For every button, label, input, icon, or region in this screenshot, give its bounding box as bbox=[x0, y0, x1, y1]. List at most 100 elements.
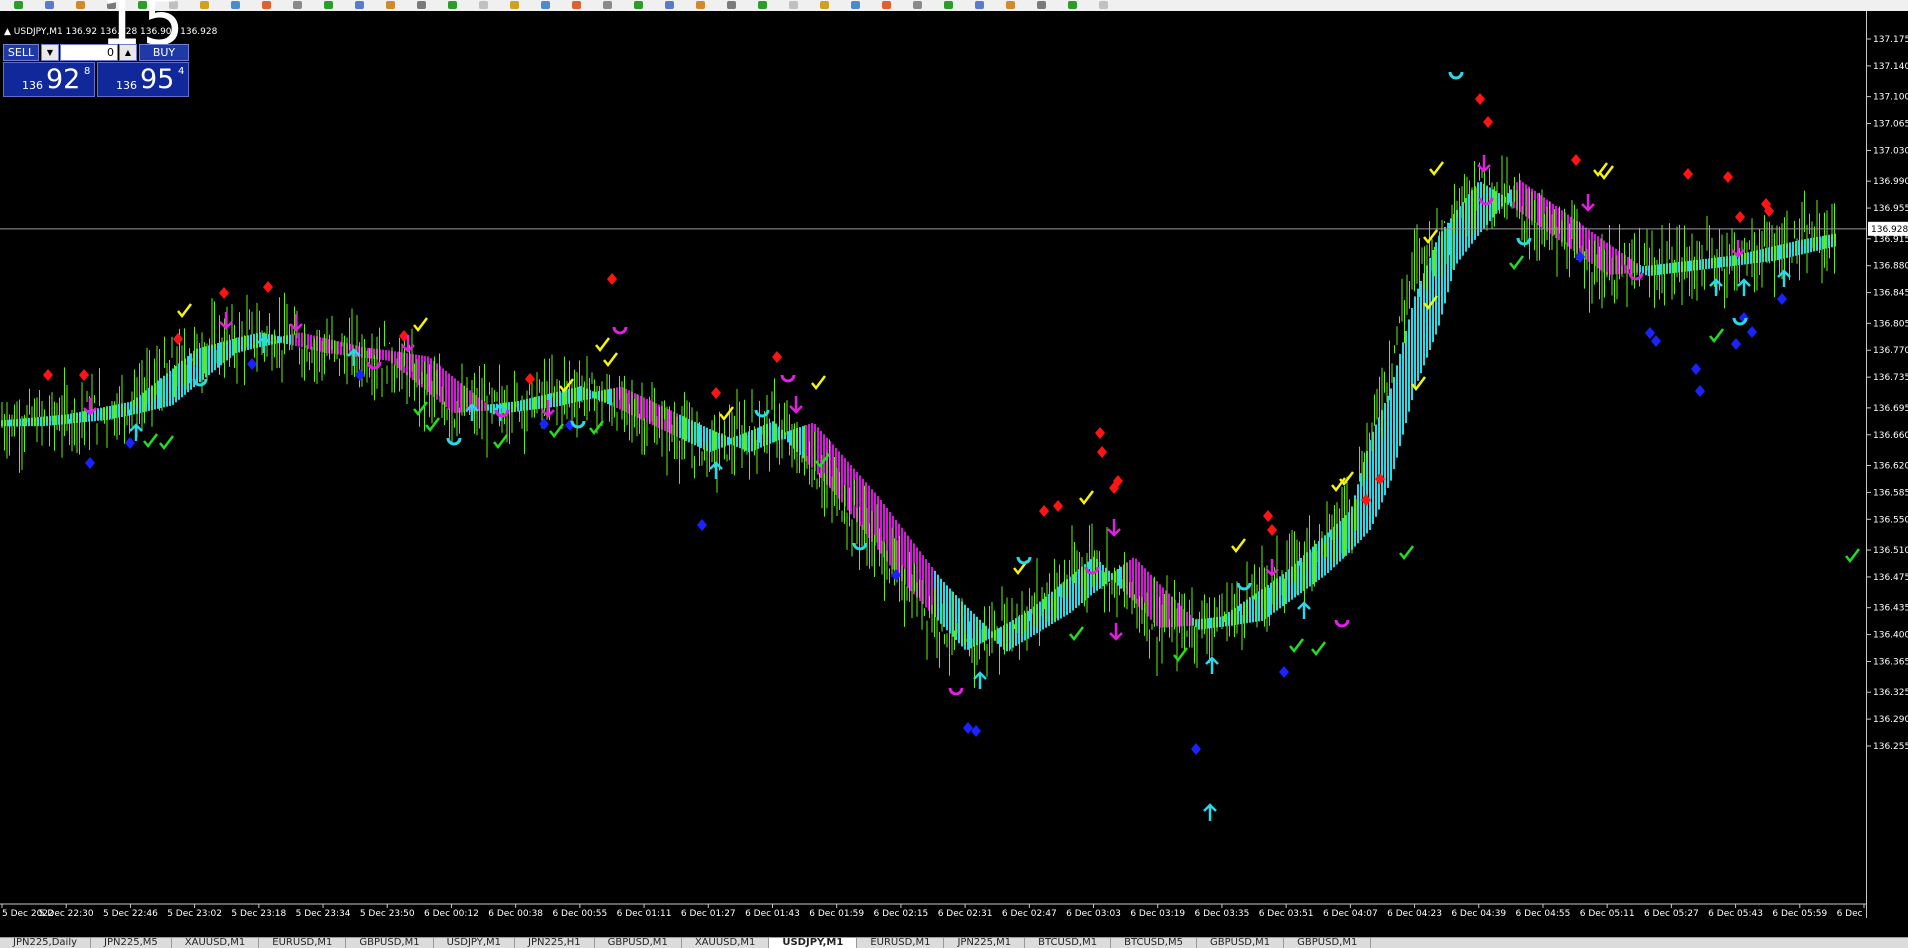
time-tick-label: 6 Dec 03:19 bbox=[1130, 909, 1185, 918]
time-tick-label: 5 Dec 23:18 bbox=[231, 909, 286, 918]
buy-signal-diamond-icon bbox=[125, 437, 135, 449]
toolbar-button-icon[interactable] bbox=[696, 1, 705, 9]
check-signal-icon bbox=[1173, 647, 1188, 663]
toolbar-button-icon[interactable] bbox=[510, 1, 519, 9]
toolbar-button-icon[interactable] bbox=[386, 1, 395, 9]
price-tick-label: 136.585 bbox=[1873, 488, 1908, 498]
check-signal-icon bbox=[177, 303, 192, 319]
price-tick-label: 136.325 bbox=[1873, 688, 1908, 698]
arrow-up-signal-icon bbox=[1203, 803, 1217, 821]
sell-signal-diamond-icon bbox=[43, 369, 53, 381]
toolbar-button-icon[interactable] bbox=[1068, 1, 1077, 9]
price-chart-plot[interactable]: 5 Dec 20225 Dec 22:30 5 Dec 22:46 5 Dec 23… bbox=[0, 11, 1866, 918]
time-tick-label: 6 Dec 00:55 bbox=[552, 909, 607, 918]
ring-signal-icon bbox=[570, 420, 586, 429]
toolbar-button-icon[interactable] bbox=[634, 1, 643, 9]
buy-price-prefix: 136 bbox=[116, 79, 137, 92]
time-tick-label: 6 Dec 03:51 bbox=[1259, 909, 1314, 918]
toolbar-button-icon[interactable] bbox=[975, 1, 984, 9]
toolbar-button-icon[interactable] bbox=[479, 1, 488, 9]
toolbar-button-icon[interactable] bbox=[944, 1, 953, 9]
toolbar-button-icon[interactable] bbox=[231, 1, 240, 9]
lot-increase-button[interactable]: ▲ bbox=[119, 44, 137, 61]
time-tick-label: 5 Dec 23:50 bbox=[360, 909, 415, 918]
price-tick-label: 136.735 bbox=[1873, 373, 1908, 383]
buy-signal-diamond-icon bbox=[1695, 385, 1705, 397]
buy-signal-diamond-icon bbox=[697, 519, 707, 531]
price-tick-label: 137.065 bbox=[1873, 120, 1908, 130]
ring-signal-icon bbox=[1236, 582, 1252, 591]
toolbar-button-icon[interactable] bbox=[851, 1, 860, 9]
toolbar-button-icon[interactable] bbox=[727, 1, 736, 9]
toolbar-button-icon[interactable] bbox=[262, 1, 271, 9]
toolbar-button-icon[interactable] bbox=[293, 1, 302, 9]
toolbar-button-icon[interactable] bbox=[324, 1, 333, 9]
sell-price-box[interactable]: 136 92 8 bbox=[3, 62, 95, 97]
toolbar-button-icon[interactable] bbox=[820, 1, 829, 9]
ring-signal-icon bbox=[1016, 556, 1032, 565]
price-tick-label: 136.915 bbox=[1873, 235, 1908, 245]
time-tick-label: 6 Dec 04:39 bbox=[1451, 909, 1506, 918]
sell-signal-diamond-icon bbox=[173, 333, 183, 345]
toolbar-button-icon[interactable] bbox=[14, 1, 23, 9]
toolbar-button-icon[interactable] bbox=[913, 1, 922, 9]
toolbar-button-icon[interactable] bbox=[789, 1, 798, 9]
toolbar-button-icon[interactable] bbox=[882, 1, 891, 9]
check-signal-icon bbox=[1509, 255, 1524, 271]
buy-signal-diamond-icon bbox=[1747, 326, 1757, 338]
price-tick-label: 137.030 bbox=[1873, 146, 1908, 156]
price-tick-label: 136.660 bbox=[1873, 431, 1908, 441]
buy-button[interactable]: BUY bbox=[139, 44, 189, 61]
arrow-up-signal-icon bbox=[1297, 601, 1311, 619]
price-tick-label: 136.550 bbox=[1873, 515, 1908, 525]
buy-price-box[interactable]: 136 95 4 bbox=[97, 62, 189, 97]
toolbar-button-icon[interactable] bbox=[572, 1, 581, 9]
price-tick-label: 136.955 bbox=[1873, 204, 1908, 214]
current-price-label: 136.928 bbox=[1871, 225, 1908, 235]
lot-decrease-button[interactable]: ▼ bbox=[41, 44, 59, 61]
price-tick-label: 136.845 bbox=[1873, 289, 1908, 299]
buy-signal-diamond-icon bbox=[1691, 363, 1701, 375]
toolbar-button-icon[interactable] bbox=[448, 1, 457, 9]
chart-window[interactable]: 5 Dec 2022 5 Dec 22:30 5 Dec 22:46 5 Dec 23… bbox=[0, 0, 1908, 918]
toolbar-button-icon[interactable] bbox=[665, 1, 674, 9]
toolbar-button-icon[interactable] bbox=[603, 1, 612, 9]
price-tick-label: 136.880 bbox=[1873, 262, 1908, 272]
check-signal-icon bbox=[811, 375, 826, 391]
chart-tabs-bar: JPN225,Daily JPN225,M5 XAUUSD,M1 EURUSD,M1 G… bbox=[0, 937, 1908, 948]
price-tick-label: 136.990 bbox=[1873, 177, 1908, 187]
time-tick-label: 6 Dec 04:07 bbox=[1323, 909, 1378, 918]
time-tick-label: 6 Dec 04:55 bbox=[1516, 909, 1571, 918]
one-click-trading-panel: SELL ▼ 0 ▲ BUY 136 92 8 136 95 4 bbox=[3, 44, 189, 97]
check-signal-icon bbox=[719, 406, 734, 422]
toolbar-button-icon[interactable] bbox=[541, 1, 550, 9]
toolbar-button-icon[interactable] bbox=[758, 1, 767, 9]
ring-signal-icon bbox=[780, 374, 796, 383]
price-tick-label: 136.365 bbox=[1873, 657, 1908, 667]
time-tick-label: 6 Dec 06:15 bbox=[1837, 909, 1866, 918]
buy-signal-diamond-icon bbox=[85, 457, 95, 469]
toolbar-button-icon[interactable] bbox=[417, 1, 426, 9]
buy-price-fraction: 4 bbox=[178, 66, 185, 77]
toolbar-button-icon[interactable] bbox=[1006, 1, 1015, 9]
toolbar-button-icon[interactable] bbox=[45, 1, 54, 9]
sell-price-main: 92 bbox=[46, 64, 81, 95]
toolbar-button-icon[interactable] bbox=[1037, 1, 1046, 9]
toolbar-button-icon[interactable] bbox=[355, 1, 364, 9]
ring-signal-icon bbox=[1448, 71, 1464, 80]
sell-signal-diamond-icon bbox=[1475, 93, 1485, 105]
time-tick-label: 6 Dec 02:47 bbox=[1002, 909, 1057, 918]
toolbar-button-icon[interactable] bbox=[200, 1, 209, 9]
sell-button[interactable]: SELL bbox=[3, 44, 39, 61]
price-tick-label: 137.140 bbox=[1873, 62, 1908, 72]
time-tick-label: 6 Dec 01:59 bbox=[809, 909, 864, 918]
toolbar-button-icon[interactable] bbox=[1099, 1, 1108, 9]
lot-size-input[interactable]: 0 bbox=[60, 44, 118, 61]
time-tick-label: 5 Dec 23:02 bbox=[167, 909, 222, 918]
buy-signal-diamond-icon bbox=[1731, 338, 1741, 350]
ring-signal-icon bbox=[754, 409, 770, 418]
buy-signal-diamond-icon bbox=[963, 722, 973, 734]
signal-markers bbox=[43, 71, 1860, 821]
toolbar-button-icon[interactable] bbox=[76, 1, 85, 9]
sell-price-prefix: 136 bbox=[22, 79, 43, 92]
